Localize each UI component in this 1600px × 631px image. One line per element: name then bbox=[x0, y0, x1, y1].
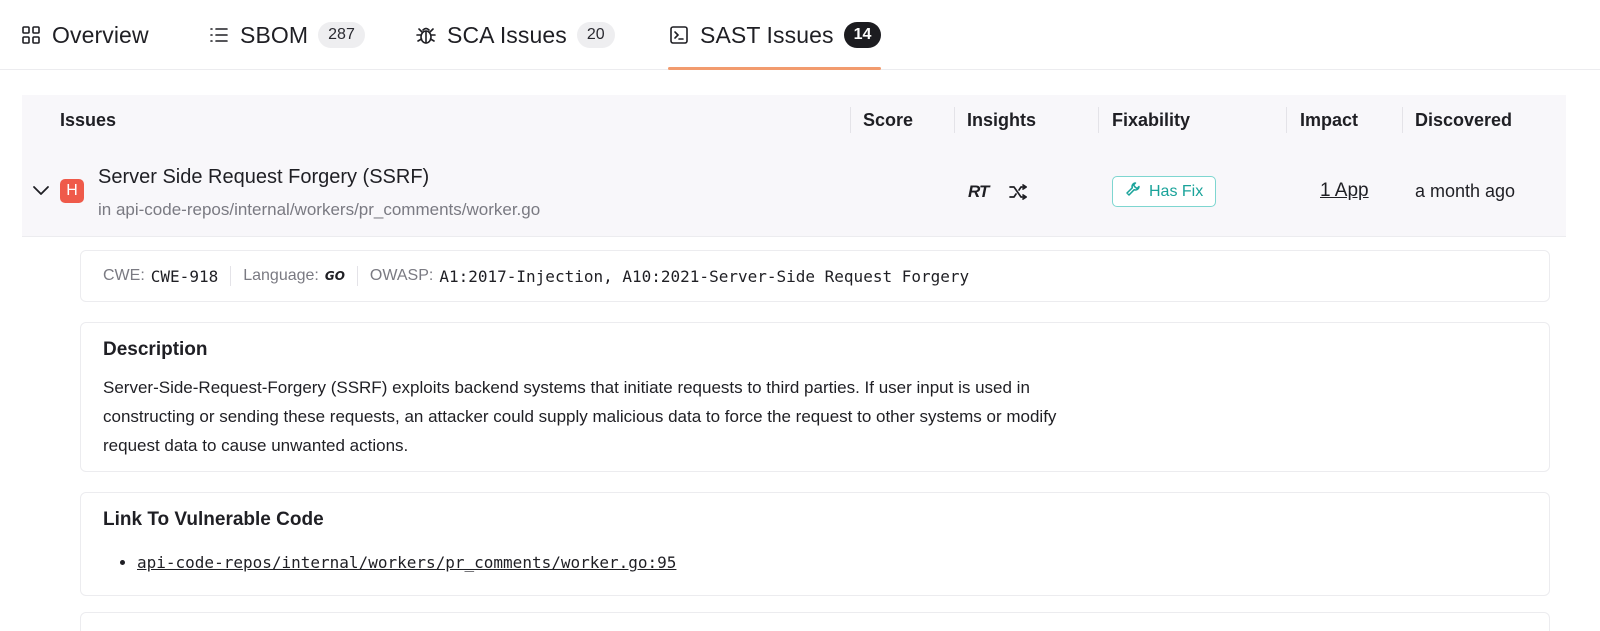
next-card bbox=[80, 612, 1550, 631]
tab-sast-issues[interactable]: SAST Issues 14 bbox=[668, 0, 882, 70]
tab-label: SAST Issues bbox=[700, 21, 834, 48]
terminal-icon bbox=[668, 24, 690, 46]
column-divider bbox=[850, 107, 851, 133]
tab-count-badge: 287 bbox=[318, 22, 365, 48]
meta-divider bbox=[356, 266, 358, 286]
wrench-icon bbox=[1125, 181, 1141, 202]
column-divider bbox=[1098, 107, 1099, 133]
bug-icon bbox=[415, 24, 437, 46]
vulnerable-code-link[interactable]: api-code-repos/internal/workers/pr_comme… bbox=[137, 553, 676, 572]
go-language-icon: GO bbox=[324, 269, 345, 283]
reachability-insight-icon: RT bbox=[968, 182, 989, 201]
column-header-fixability[interactable]: Fixability bbox=[1112, 95, 1190, 145]
impact-link[interactable]: 1 App bbox=[1320, 180, 1369, 202]
table-row[interactable]: H Server Side Request Forgery (SSRF) in … bbox=[22, 145, 1566, 237]
column-divider bbox=[1402, 107, 1403, 133]
meta-divider bbox=[230, 266, 232, 286]
tab-count-badge: 20 bbox=[576, 22, 615, 48]
severity-badge: H bbox=[60, 179, 84, 203]
issue-file-path: in api-code-repos/internal/workers/pr_co… bbox=[98, 200, 541, 219]
tab-count-badge: 14 bbox=[843, 22, 882, 48]
vulnerable-code-card: Link To Vulnerable Code api-code-repos/i… bbox=[80, 492, 1550, 596]
grid-icon bbox=[20, 24, 42, 46]
tab-bar: Overview SBOM 287 SCA Issues 20 SAST Iss… bbox=[0, 0, 1600, 70]
shuffle-icon bbox=[1008, 182, 1028, 202]
column-header-impact[interactable]: Impact bbox=[1300, 95, 1358, 145]
discovered-time: a month ago bbox=[1415, 181, 1516, 201]
vulnerable-code-title: Link To Vulnerable Code bbox=[103, 509, 324, 530]
has-fix-label: Has Fix bbox=[1149, 182, 1204, 200]
has-fix-badge[interactable]: Has Fix bbox=[1112, 176, 1217, 207]
list-icon bbox=[208, 24, 230, 46]
list-item: api-code-repos/internal/workers/pr_comme… bbox=[137, 553, 1527, 572]
description-title: Description bbox=[103, 339, 208, 360]
chevron-down-icon[interactable] bbox=[32, 181, 50, 199]
column-divider bbox=[1286, 107, 1287, 133]
column-header-insights[interactable]: Insights bbox=[967, 95, 1036, 145]
description-card: Description Server-Side-Request-Forgery … bbox=[80, 322, 1550, 472]
table-header: Issues Score Insights Fixability Impact … bbox=[22, 95, 1566, 145]
tab-label: SBOM bbox=[240, 21, 309, 48]
tab-label: Overview bbox=[52, 21, 149, 48]
description-text: Server-Side-Request-Forgery (SSRF) explo… bbox=[103, 378, 1057, 455]
cwe-value: CWE-918 bbox=[150, 266, 219, 286]
language-label: Language: bbox=[243, 267, 319, 284]
vulnerable-code-list: api-code-repos/internal/workers/pr_comme… bbox=[103, 553, 1527, 572]
tab-sbom[interactable]: SBOM 287 bbox=[208, 0, 365, 70]
column-header-issues[interactable]: Issues bbox=[60, 95, 116, 145]
owasp-label: OWASP: bbox=[369, 267, 434, 284]
issue-title[interactable]: Server Side Request Forgery (SSRF) bbox=[98, 166, 429, 189]
tab-label: SCA Issues bbox=[447, 21, 567, 48]
tab-sca-issues[interactable]: SCA Issues 20 bbox=[415, 0, 615, 70]
tab-overview[interactable]: Overview bbox=[20, 0, 149, 70]
column-header-discovered[interactable]: Discovered bbox=[1415, 95, 1512, 145]
owasp-value: A1:2017-Injection, A10:2021-Server-Side … bbox=[439, 266, 970, 286]
issue-meta-card: CWE: CWE-918 Language: GO OWASP: A1:2017… bbox=[80, 250, 1550, 302]
cwe-label: CWE: bbox=[103, 267, 145, 284]
column-header-score[interactable]: Score bbox=[863, 95, 913, 145]
column-divider bbox=[954, 107, 955, 133]
